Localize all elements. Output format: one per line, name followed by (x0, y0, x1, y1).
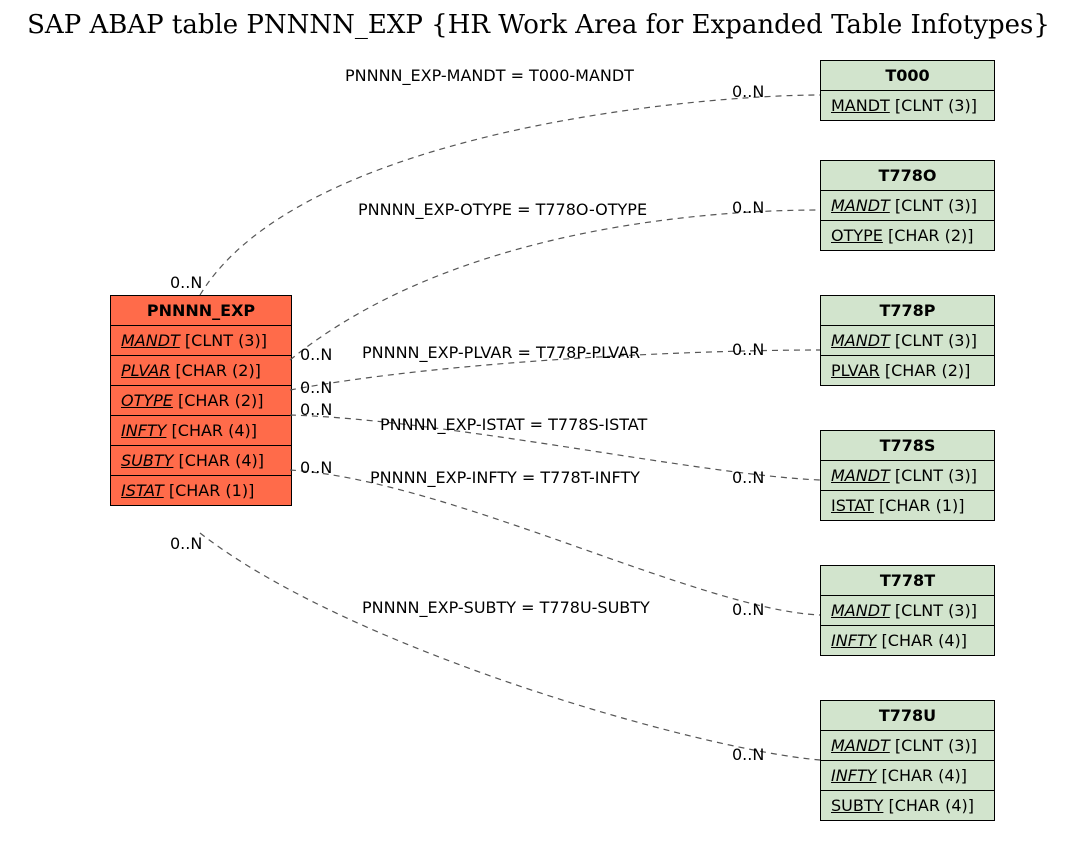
cardinality-label: 0..N (300, 345, 332, 364)
field-row: MANDT [CLNT (3)] (821, 326, 994, 356)
entity-t778o: T778O MANDT [CLNT (3)] OTYPE [CHAR (2)] (820, 160, 995, 251)
entity-header: T778T (821, 566, 994, 596)
entity-header: T778O (821, 161, 994, 191)
entity-header: T778P (821, 296, 994, 326)
cardinality-label: 0..N (732, 745, 764, 764)
cardinality-label: 0..N (732, 198, 764, 217)
edge-label: PNNNN_EXP-INFTY = T778T-INFTY (370, 468, 640, 487)
cardinality-label: 0..N (732, 82, 764, 101)
field-row: MANDT [CLNT (3)] (821, 191, 994, 221)
cardinality-label: 0..N (732, 600, 764, 619)
entity-header: T778S (821, 431, 994, 461)
entity-t778s: T778S MANDT [CLNT (3)] ISTAT [CHAR (1)] (820, 430, 995, 521)
entity-header: T000 (821, 61, 994, 91)
field-row: MANDT [CLNT (3)] (821, 461, 994, 491)
field-row: SUBTY [CHAR (4)] (111, 446, 291, 476)
entity-pnnnn-exp: PNNNN_EXP MANDT [CLNT (3)] PLVAR [CHAR (… (110, 295, 292, 506)
edge-label: PNNNN_EXP-MANDT = T000-MANDT (345, 66, 634, 85)
field-row: MANDT [CLNT (3)] (111, 326, 291, 356)
entity-header: PNNNN_EXP (111, 296, 291, 326)
cardinality-label: 0..N (300, 378, 332, 397)
entity-header: T778U (821, 701, 994, 731)
field-row: INFTY [CHAR (4)] (821, 761, 994, 791)
field-row: INFTY [CHAR (4)] (821, 626, 994, 655)
entity-t000: T000 MANDT [CLNT (3)] (820, 60, 995, 121)
cardinality-label: 0..N (732, 468, 764, 487)
field-row: ISTAT [CHAR (1)] (111, 476, 291, 505)
entity-t778p: T778P MANDT [CLNT (3)] PLVAR [CHAR (2)] (820, 295, 995, 386)
diagram-title: SAP ABAP table PNNNN_EXP {HR Work Area f… (0, 10, 1077, 40)
edge-label: PNNNN_EXP-OTYPE = T778O-OTYPE (358, 200, 647, 219)
entity-t778t: T778T MANDT [CLNT (3)] INFTY [CHAR (4)] (820, 565, 995, 656)
entity-t778u: T778U MANDT [CLNT (3)] INFTY [CHAR (4)] … (820, 700, 995, 821)
cardinality-label: 0..N (300, 458, 332, 477)
cardinality-label: 0..N (300, 400, 332, 419)
cardinality-label: 0..N (732, 340, 764, 359)
field-row: MANDT [CLNT (3)] (821, 596, 994, 626)
field-row: PLVAR [CHAR (2)] (111, 356, 291, 386)
cardinality-label: 0..N (170, 534, 202, 553)
edge-label: PNNNN_EXP-ISTAT = T778S-ISTAT (380, 415, 647, 434)
cardinality-label: 0..N (170, 273, 202, 292)
field-row: PLVAR [CHAR (2)] (821, 356, 994, 385)
field-row: MANDT [CLNT (3)] (821, 731, 994, 761)
field-row: MANDT [CLNT (3)] (821, 91, 994, 120)
field-row: INFTY [CHAR (4)] (111, 416, 291, 446)
field-row: SUBTY [CHAR (4)] (821, 791, 994, 820)
field-row: OTYPE [CHAR (2)] (111, 386, 291, 416)
edge-label: PNNNN_EXP-PLVAR = T778P-PLVAR (362, 343, 640, 362)
field-row: ISTAT [CHAR (1)] (821, 491, 994, 520)
field-row: OTYPE [CHAR (2)] (821, 221, 994, 250)
edge-label: PNNNN_EXP-SUBTY = T778U-SUBTY (362, 598, 650, 617)
